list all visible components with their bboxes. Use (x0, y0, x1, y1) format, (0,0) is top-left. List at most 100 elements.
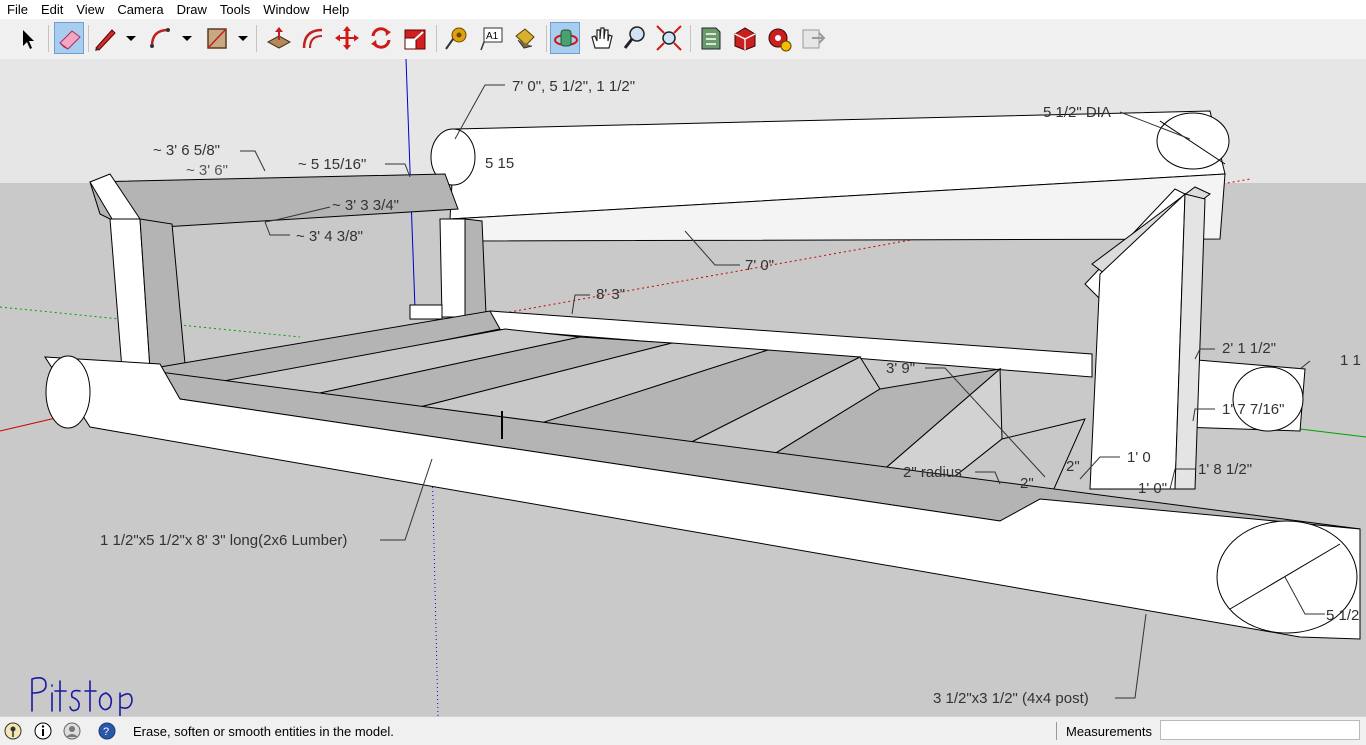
toolbar-separator (48, 25, 49, 52)
extension-warehouse-button[interactable] (730, 22, 760, 54)
dim-arm-b: ~ 3' 4 3/8" (296, 228, 363, 245)
arc-tool-dropdown[interactable] (180, 22, 194, 54)
tape-measure-tool-button[interactable] (442, 22, 472, 54)
back-center-post-side (464, 218, 487, 318)
text-icon: A1 (480, 27, 503, 51)
rectangle-tool-button[interactable] (202, 22, 232, 54)
chevron-down-icon (182, 36, 192, 41)
dim-back-depth: ~ 5 15/16" (298, 156, 367, 173)
svg-text:A1: A1 (486, 31, 499, 42)
label-post: 3 1/2"x3 1/2" (4x4 post) (933, 690, 1089, 707)
dim-frame-length: 8' 3" (596, 286, 626, 303)
instructor-help-icon[interactable]: ? (97, 721, 117, 741)
dim-post-height: 1' 8 1/2" (1198, 461, 1253, 478)
send-to-layout-button[interactable] (798, 22, 828, 54)
toolbar-separator (436, 25, 437, 52)
back-rail-end-right (1156, 112, 1230, 170)
dim-radius: 2" radius (903, 464, 962, 481)
pencil-line-icon (95, 29, 116, 51)
arc-icon (150, 28, 170, 48)
front-frame-end-left (45, 355, 91, 429)
dim-side-height: 2' 1 1/2" (1222, 340, 1277, 357)
status-bar: ? Erase, soften or smooth entities in th… (0, 716, 1366, 745)
menu-bar: File Edit View Camera Draw Tools Window … (0, 0, 1366, 19)
paint-bucket-icon (515, 28, 535, 49)
zoom-icon (623, 26, 645, 49)
push-pull-tool-button[interactable] (264, 22, 294, 54)
svg-text:?: ? (103, 726, 109, 738)
menu-camera[interactable]: Camera (110, 2, 169, 17)
offset-icon (302, 28, 323, 49)
select-tool-button[interactable] (12, 22, 42, 54)
credits-icon[interactable] (33, 721, 53, 741)
model-viewport[interactable]: 7' 0", 5 1/2", 1 1/2" 5 1/2" DIA ~ 3' 6 … (0, 59, 1366, 716)
pan-hand-icon (591, 27, 613, 49)
dim-right-edge: 1 1 (1340, 352, 1361, 369)
scale-tool-button[interactable] (400, 22, 430, 54)
3d-warehouse-button[interactable] (696, 22, 726, 54)
back-post-base (409, 304, 443, 320)
line-tool-button[interactable] (90, 22, 120, 54)
extension-warehouse-icon (734, 27, 756, 51)
text-tool-button[interactable]: A1 (476, 22, 506, 54)
rotate-icon (371, 27, 391, 49)
eraser-tool-button[interactable] (54, 22, 84, 54)
back-center-post (439, 218, 466, 318)
dim-two-a: 2" (1066, 458, 1080, 475)
warehouse-icon (701, 27, 721, 50)
signature-pitstop (31, 677, 133, 716)
line-tool-dropdown[interactable] (124, 22, 138, 54)
dim-overall-size: 7' 0", 5 1/2", 1 1/2" (512, 78, 636, 95)
rectangle-icon (207, 28, 227, 49)
menu-help[interactable]: Help (316, 2, 356, 17)
menu-tools[interactable]: Tools (213, 2, 256, 17)
select-arrow-icon (23, 30, 34, 49)
extension-manager-icon (768, 28, 792, 52)
dim-back-length: 7' 0" (745, 257, 775, 274)
measurements-label: Measurements (1066, 724, 1152, 739)
measurements-input[interactable] (1160, 720, 1360, 740)
pan-tool-button[interactable] (586, 22, 616, 54)
zoom-extents-icon (656, 25, 682, 51)
menu-file[interactable]: File (0, 2, 34, 17)
toolbar: A1 (0, 19, 1366, 60)
dim-one-foot-a: 1' 0 (1127, 449, 1151, 466)
dim-seat-depth: 3' 9" (886, 360, 916, 377)
toolbar-separator (546, 25, 547, 52)
offset-tool-button[interactable] (298, 22, 328, 54)
rotate-tool-button[interactable] (366, 22, 396, 54)
move-tool-button[interactable] (332, 22, 362, 54)
orbit-icon (554, 29, 578, 47)
zoom-tool-button[interactable] (620, 22, 650, 54)
menu-window[interactable]: Window (256, 2, 315, 17)
dim-back-left-a: ~ 3' 6 5/8" (153, 142, 220, 159)
dim-two-b: 2" (1020, 475, 1034, 492)
arc-tool-button[interactable] (146, 22, 176, 54)
sign-in-icon[interactable] (62, 721, 82, 741)
dim-back-partial: 5 15 (485, 155, 515, 172)
eraser-icon (59, 30, 81, 50)
geo-location-icon[interactable] (3, 721, 23, 741)
paint-bucket-tool-button[interactable] (510, 22, 540, 54)
chevron-down-icon (238, 36, 248, 41)
dim-one-foot-b: 1' 0" (1138, 480, 1168, 497)
menu-view[interactable]: View (69, 2, 110, 17)
orbit-tool-button[interactable] (550, 22, 580, 54)
dim-arm-a: ~ 3' 3 3/4" (332, 197, 399, 214)
toolbar-separator (88, 25, 89, 52)
label-lumber: 1 1/2"x5 1/2"x 8' 3" long(2x6 Lumber) (100, 532, 348, 549)
layout-send-icon (802, 29, 826, 49)
chevron-down-icon (126, 36, 136, 41)
zoom-extents-tool-button[interactable] (654, 22, 684, 54)
right-side-rail-end (1232, 366, 1304, 432)
menu-draw[interactable]: Draw (170, 2, 213, 17)
dim-side-post: 1' 7 7/16" (1222, 401, 1285, 418)
dim-dia-top: 5 1/2" DIA (1043, 104, 1111, 121)
extension-manager-button[interactable] (764, 22, 794, 54)
tape-measure-icon (445, 27, 467, 50)
push-pull-icon (266, 27, 292, 49)
shape-tool-dropdown[interactable] (236, 22, 250, 54)
dim-front-dia: 5 1/2 (1326, 607, 1360, 624)
toolbar-separator (690, 25, 691, 52)
menu-edit[interactable]: Edit (34, 2, 69, 17)
